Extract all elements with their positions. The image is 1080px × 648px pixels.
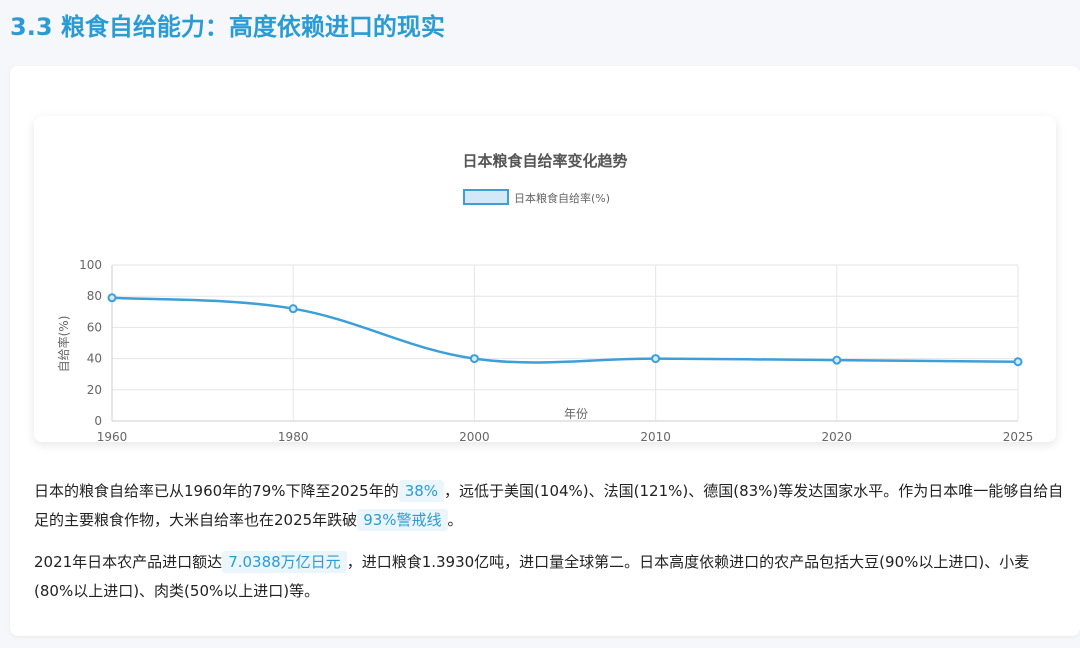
data-point bbox=[469, 354, 479, 364]
paragraph-self-sufficiency: 日本的粮食自给率已从1960年的79%下降至2025年的 38% ，远低于美国(10… bbox=[34, 477, 1066, 535]
highlight-import-value: 7.0388万亿日元 bbox=[222, 551, 347, 573]
chart-grid bbox=[111, 264, 1019, 422]
data-point bbox=[288, 304, 298, 314]
x-tick-label: 2025 bbox=[1003, 430, 1034, 442]
y-tick-label: 20 bbox=[87, 383, 102, 397]
data-point bbox=[1013, 357, 1023, 367]
highlight-38-percent: 38% bbox=[398, 480, 445, 502]
y-tick-label: 100 bbox=[79, 258, 102, 272]
y-axis-ticks: 0 20 40 60 80 100 bbox=[79, 258, 102, 428]
x-tick-label: 2010 bbox=[640, 430, 671, 442]
y-tick-label: 0 bbox=[94, 414, 102, 428]
y-tick-label: 40 bbox=[87, 352, 102, 366]
x-axis-label: 年份 bbox=[564, 407, 588, 421]
y-tick-label: 80 bbox=[87, 289, 102, 303]
chart-title: 日本粮食自给率变化趋势 bbox=[462, 152, 627, 170]
series-line bbox=[111, 296, 1019, 364]
x-tick-label: 2000 bbox=[459, 430, 490, 442]
legend-label: 日本粮食自给率(%) bbox=[514, 191, 610, 205]
content-card: 日本粮食自给率变化趋势 日本粮食自给率(%) 0 20 40 60 80 100 1960… bbox=[10, 66, 1080, 636]
x-tick-label: 1980 bbox=[278, 430, 309, 442]
x-tick-label: 1960 bbox=[97, 430, 128, 442]
section-title: 3.3 粮食自给能力：高度依赖进口的现实 bbox=[10, 13, 445, 41]
line-chart: 日本粮食自给率变化趋势 日本粮食自给率(%) 0 20 40 60 80 100 1960… bbox=[56, 152, 1034, 442]
p1-text-3: 。 bbox=[447, 511, 463, 529]
series-points bbox=[107, 293, 1023, 367]
data-point bbox=[107, 293, 117, 303]
y-axis-label: 自给率(%) bbox=[56, 316, 71, 373]
p1-text-1: 日本的粮食自给率已从1960年的79%下降至2025年的 bbox=[34, 482, 399, 500]
data-point bbox=[651, 354, 661, 364]
chart-container: 日本粮食自给率变化趋势 日本粮食自给率(%) 0 20 40 60 80 100 1960… bbox=[34, 116, 1056, 442]
data-point bbox=[832, 355, 842, 365]
legend-swatch bbox=[463, 189, 509, 205]
x-tick-label: 2020 bbox=[822, 430, 853, 442]
paragraph-imports: 2021年日本农产品进口额达 7.0388万亿日元 ，进口粮食1.3930亿吨，进口… bbox=[34, 548, 1066, 606]
x-axis-ticks: 1960 1980 2000 2010 2020 2025 bbox=[97, 430, 1034, 442]
highlight-rice-warning-line: 93%警戒线 bbox=[357, 509, 448, 531]
chart-legend[interactable]: 日本粮食自给率(%) bbox=[463, 189, 610, 205]
y-tick-label: 60 bbox=[87, 320, 102, 334]
p2-text-1: 2021年日本农产品进口额达 bbox=[34, 553, 223, 571]
